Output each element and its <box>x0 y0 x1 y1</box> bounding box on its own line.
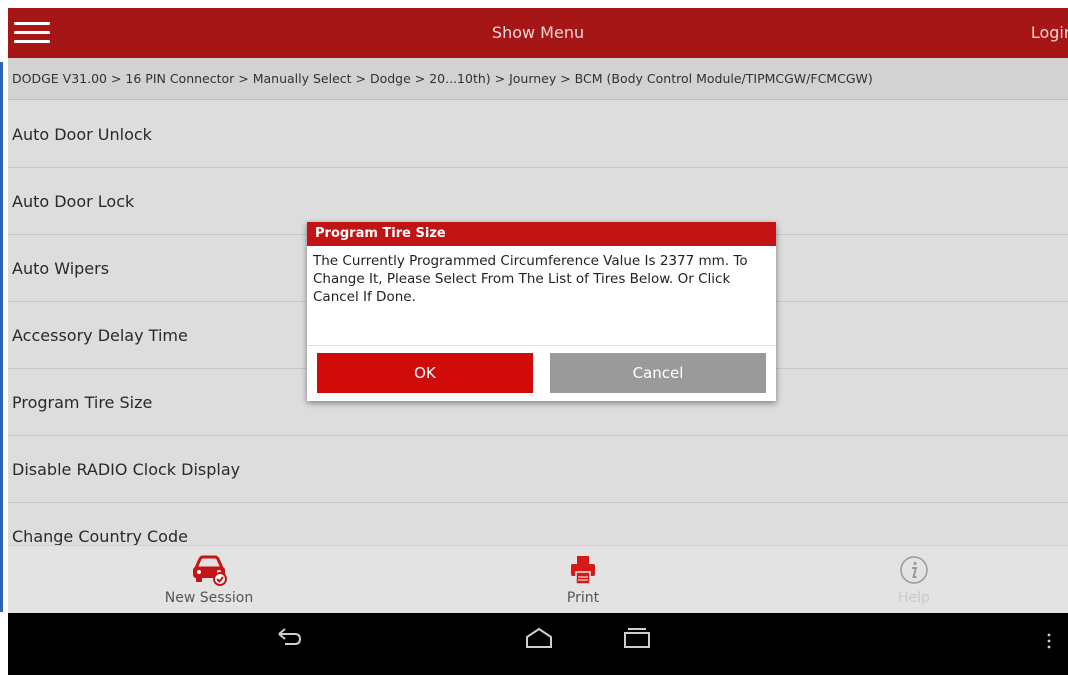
back-icon[interactable] <box>277 627 303 649</box>
dialog-title: Program Tire Size <box>307 222 776 246</box>
new-session-button[interactable]: New Session <box>69 546 349 614</box>
program-tire-size-dialog: Program Tire Size The Currently Programm… <box>307 222 776 401</box>
recent-apps-icon[interactable] <box>622 627 652 649</box>
cancel-button[interactable]: Cancel <box>550 353 766 393</box>
top-bar: Show Menu Login <box>8 8 1068 58</box>
help-button[interactable]: Help <box>774 546 1054 614</box>
help-label: Help <box>898 590 930 606</box>
overflow-menu-icon[interactable] <box>1046 633 1052 649</box>
dialog-divider <box>307 345 776 346</box>
screen-left-edge <box>0 0 8 675</box>
login-link[interactable]: Login <box>1031 8 1068 58</box>
car-check-icon <box>193 555 227 586</box>
home-icon[interactable] <box>524 627 554 649</box>
info-icon <box>900 556 928 584</box>
print-button[interactable]: Print <box>443 546 723 614</box>
show-menu-title[interactable]: Show Menu <box>8 8 1068 58</box>
bottom-toolbar: New Session Print Help <box>8 545 1068 614</box>
app-screen: Show Menu Login DODGE V31.00 > 16 PIN Co… <box>8 8 1068 675</box>
printer-icon <box>571 556 595 585</box>
new-session-label: New Session <box>164 590 254 606</box>
dialog-message: The Currently Programmed Circumference V… <box>313 253 748 305</box>
android-navigation-bar <box>8 613 1068 675</box>
print-label: Print <box>566 590 600 606</box>
ok-button[interactable]: OK <box>317 353 533 393</box>
